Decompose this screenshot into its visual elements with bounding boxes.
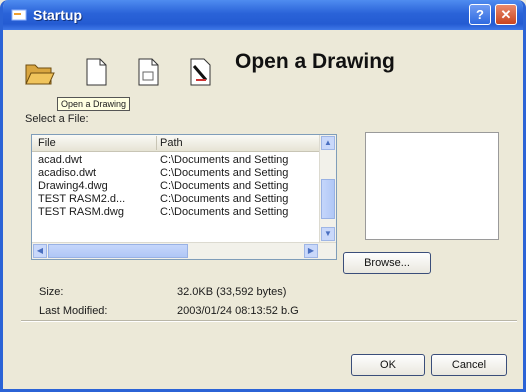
last-modified-value: 2003/01/24 08:13:52 b.G [177,305,299,317]
select-file-label: Select a File: [25,113,89,125]
tooltip: Open a Drawing [57,97,131,111]
file-list[interactable]: File Path acad.dwt C:\Documents and Sett… [31,134,337,260]
file-path: C:\Documents and Setting [160,167,289,179]
vertical-scrollbar[interactable]: ▲ ▼ [319,135,336,243]
divider [21,320,517,322]
window-title: Startup [33,7,82,23]
ok-button[interactable]: OK [351,354,425,376]
column-header-file[interactable]: File [38,137,56,149]
close-button[interactable]: ✕ [495,4,517,25]
file-name: acadiso.dwt [38,167,97,179]
scroll-down-icon[interactable]: ▼ [321,227,335,241]
title-bar[interactable]: Startup ? ✕ [3,0,523,30]
scroll-right-icon[interactable]: ▶ [304,244,318,258]
file-path: C:\Documents and Setting [160,193,289,205]
column-divider[interactable] [156,136,157,150]
list-item[interactable]: TEST RASM.dwg C:\Documents and Setting [32,206,320,219]
preview-pane [365,132,499,240]
list-item[interactable]: acad.dwt C:\Documents and Setting [32,154,320,167]
file-name: Drawing4.dwg [38,180,108,192]
list-item[interactable]: TEST RASM2.d... C:\Documents and Setting [32,193,320,206]
file-name: acad.dwt [38,154,83,166]
last-modified-label: Last Modified: [39,305,108,317]
file-path: C:\Documents and Setting [160,206,289,218]
size-label: Size: [39,286,64,298]
cancel-button[interactable]: Cancel [431,354,507,376]
scroll-left-icon[interactable]: ◀ [33,244,47,258]
startup-app-icon [11,9,27,21]
file-name: TEST RASM.dwg [38,206,124,218]
start-from-scratch-icon[interactable] [79,56,111,88]
browse-button[interactable]: Browse... [343,252,431,274]
help-button[interactable]: ? [469,4,491,25]
scroll-up-icon[interactable]: ▲ [321,136,335,150]
file-name: TEST RASM2.d... [38,193,126,205]
horizontal-scroll-thumb[interactable] [48,244,188,258]
vertical-scroll-thumb[interactable] [321,179,335,219]
size-value: 32.0KB (33,592 bytes) [177,286,287,298]
file-path: C:\Documents and Setting [160,180,289,192]
list-header: File Path [32,135,320,152]
column-header-path[interactable]: Path [160,137,183,149]
file-path: C:\Documents and Setting [160,154,289,166]
use-wizard-icon[interactable] [183,56,215,88]
page-title: Open a Drawing [235,50,395,73]
list-item[interactable]: acadiso.dwt C:\Documents and Setting [32,167,320,180]
startup-dialog: Startup ? ✕ Open a Drawing Open a Drawin… [0,0,526,392]
horizontal-scrollbar[interactable]: ◀ ▶ [32,242,336,259]
use-template-icon[interactable] [131,56,163,88]
list-item[interactable]: Drawing4.dwg C:\Documents and Setting [32,180,320,193]
open-folder-icon[interactable] [23,56,55,88]
